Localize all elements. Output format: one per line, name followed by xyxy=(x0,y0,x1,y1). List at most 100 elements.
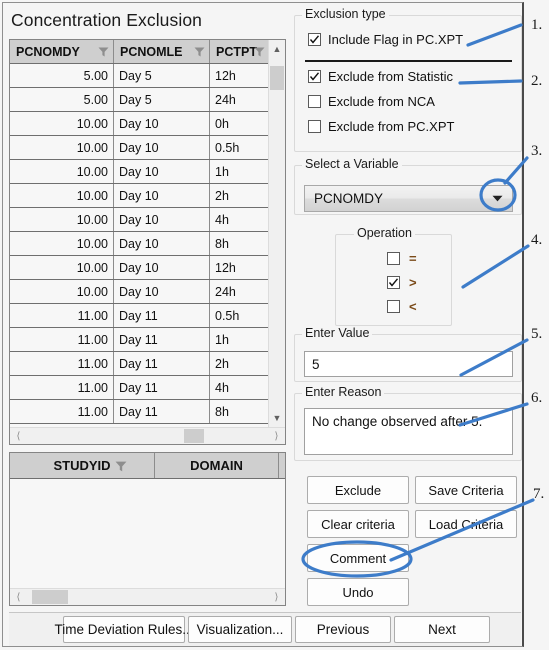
table-cell-pcnomdy[interactable]: 10.00 xyxy=(10,184,114,207)
table-cell-pctpt[interactable]: 8h xyxy=(210,232,270,255)
scroll-right-icon[interactable]: ⟩ xyxy=(268,589,285,605)
previous-button[interactable]: Previous xyxy=(295,616,391,643)
column-header-domain[interactable]: DOMAIN xyxy=(155,453,279,478)
table-cell-pcnomdy[interactable]: 11.00 xyxy=(10,328,114,351)
filter-icon[interactable] xyxy=(98,46,109,57)
table-cell-pctpt[interactable]: 2h xyxy=(210,184,270,207)
table-cell-pcnomle[interactable]: Day 10 xyxy=(114,160,210,183)
table-cell-pcnomdy[interactable]: 10.00 xyxy=(10,208,114,231)
column-header-pcnomle[interactable]: PCNOMLE xyxy=(114,40,210,63)
table-row[interactable]: 5.00 Day 5 24h xyxy=(10,88,285,112)
table-cell-pctpt[interactable]: 24h xyxy=(210,88,270,111)
table-row[interactable]: 11.00 Day 11 8h xyxy=(10,400,285,424)
table-cell-pcnomdy[interactable]: 11.00 xyxy=(10,400,114,423)
table-row[interactable]: 10.00 Day 10 2h xyxy=(10,184,285,208)
table-cell-pctpt[interactable]: 1h xyxy=(210,328,270,351)
scroll-left-icon[interactable]: ⟨ xyxy=(10,589,27,605)
save-criteria-button[interactable]: Save Criteria xyxy=(415,476,517,504)
scroll-right-icon[interactable]: ⟩ xyxy=(268,428,285,444)
table-cell-pcnomdy[interactable]: 11.00 xyxy=(10,352,114,375)
table-row[interactable]: 10.00 Day 10 8h xyxy=(10,232,285,256)
table-cell-pcnomle[interactable]: Day 11 xyxy=(114,352,210,375)
operation-equals[interactable]: = xyxy=(387,251,417,266)
filter-icon[interactable] xyxy=(115,460,127,471)
time-deviation-rules-button[interactable]: Time Deviation Rules... xyxy=(54,616,194,643)
table-cell-pcnomle[interactable]: Day 10 xyxy=(114,112,210,135)
table-cell-pcnomle[interactable]: Day 5 xyxy=(114,88,210,111)
table-cell-pcnomle[interactable]: Day 10 xyxy=(114,256,210,279)
filter-icon[interactable] xyxy=(254,46,265,57)
variable-dropdown[interactable]: PCNOMDY xyxy=(304,185,513,212)
enter-reason-textarea[interactable]: No change observed after 5. xyxy=(304,408,513,455)
table-cell-pcnomdy[interactable]: 10.00 xyxy=(10,280,114,303)
column-header-pcnomdy[interactable]: PCNOMDY xyxy=(10,40,114,63)
undo-button[interactable]: Undo xyxy=(307,578,409,606)
operation-greater-than[interactable]: > xyxy=(387,275,417,290)
table-cell-pcnomle[interactable]: Day 5 xyxy=(114,64,210,87)
table-row[interactable]: 5.00 Day 5 12h xyxy=(10,64,285,88)
table-cell-pcnomle[interactable]: Day 11 xyxy=(114,304,210,327)
checkbox-icon[interactable] xyxy=(308,70,321,83)
table-row[interactable]: 10.00 Day 10 0.5h xyxy=(10,136,285,160)
table-cell-pcnomdy[interactable]: 10.00 xyxy=(10,136,114,159)
table-cell-pcnomdy[interactable]: 10.00 xyxy=(10,256,114,279)
scroll-down-icon[interactable]: ▼ xyxy=(269,409,285,426)
table-row[interactable]: 11.00 Day 11 2h xyxy=(10,352,285,376)
table-cell-pcnomle[interactable]: Day 10 xyxy=(114,184,210,207)
table-row[interactable]: 10.00 Day 10 12h xyxy=(10,256,285,280)
column-header-pctpt[interactable]: PCTPT xyxy=(210,40,270,63)
checkbox-icon[interactable] xyxy=(308,95,321,108)
checkbox-icon[interactable] xyxy=(387,252,400,265)
table-row[interactable]: 11.00 Day 11 0.5h xyxy=(10,304,285,328)
filter-icon[interactable] xyxy=(194,46,205,57)
checkbox-icon[interactable] xyxy=(387,276,400,289)
table-cell-pctpt[interactable]: 8h xyxy=(210,400,270,423)
exclude-button[interactable]: Exclude xyxy=(307,476,409,504)
enter-value-input[interactable]: 5 xyxy=(304,351,513,377)
table-cell-pcnomle[interactable]: Day 11 xyxy=(114,376,210,399)
table-cell-pctpt[interactable]: 12h xyxy=(210,256,270,279)
table-cell-pctpt[interactable]: 1h xyxy=(210,160,270,183)
horizontal-scroll-thumb[interactable] xyxy=(32,590,68,604)
table-row[interactable]: 10.00 Day 10 4h xyxy=(10,208,285,232)
checkbox-icon[interactable] xyxy=(308,33,321,46)
table-cell-pcnomle[interactable]: Day 10 xyxy=(114,232,210,255)
table-cell-pcnomdy[interactable]: 5.00 xyxy=(10,88,114,111)
table-cell-pctpt[interactable]: 4h xyxy=(210,208,270,231)
grid-horizontal-scrollbar[interactable]: ⟨ ⟩ xyxy=(10,427,285,444)
chevron-down-icon[interactable] xyxy=(482,186,512,211)
checkbox-exclude-from-statistic[interactable]: Exclude from Statistic xyxy=(308,69,453,84)
studyid-domain-grid[interactable]: STUDYID DOMAIN ⟨ ⟩ xyxy=(9,452,286,606)
table-cell-pcnomdy[interactable]: 10.00 xyxy=(10,232,114,255)
checkbox-icon[interactable] xyxy=(308,120,321,133)
table-cell-pcnomle[interactable]: Day 11 xyxy=(114,328,210,351)
table-cell-pcnomle[interactable]: Day 10 xyxy=(114,280,210,303)
horizontal-scroll-thumb[interactable] xyxy=(184,429,204,443)
checkbox-icon[interactable] xyxy=(387,300,400,313)
table-cell-pcnomdy[interactable]: 5.00 xyxy=(10,64,114,87)
table-cell-pcnomle[interactable]: Day 11 xyxy=(114,400,210,423)
table-cell-pcnomdy[interactable]: 10.00 xyxy=(10,112,114,135)
vertical-scroll-thumb[interactable] xyxy=(270,66,284,90)
table-cell-pctpt[interactable]: 0.5h xyxy=(210,136,270,159)
table-cell-pcnomdy[interactable]: 11.00 xyxy=(10,376,114,399)
grid-vertical-scrollbar[interactable]: ▲ ▼ xyxy=(268,40,285,444)
column-header-studyid[interactable]: STUDYID xyxy=(10,453,155,478)
table-cell-pctpt[interactable]: 24h xyxy=(210,280,270,303)
load-criteria-button[interactable]: Load Criteria xyxy=(415,510,517,538)
comment-button[interactable]: Comment xyxy=(307,544,409,572)
concentration-data-grid[interactable]: PCNOMDY PCNOMLE PCTPT 5.00 Day 5 12h 5.0… xyxy=(9,39,286,445)
checkbox-include-flag-in-pcxpt[interactable]: Include Flag in PC.XPT xyxy=(308,32,463,47)
next-button[interactable]: Next xyxy=(394,616,490,643)
table-cell-pcnomle[interactable]: Day 10 xyxy=(114,136,210,159)
checkbox-exclude-from-nca[interactable]: Exclude from NCA xyxy=(308,94,435,109)
table-cell-pctpt[interactable]: 0h xyxy=(210,112,270,135)
table-row[interactable]: 10.00 Day 10 0h xyxy=(10,112,285,136)
clear-criteria-button[interactable]: Clear criteria xyxy=(307,510,409,538)
visualization-button[interactable]: Visualization... xyxy=(188,616,292,643)
table-cell-pcnomdy[interactable]: 11.00 xyxy=(10,304,114,327)
table-row[interactable]: 11.00 Day 11 4h xyxy=(10,376,285,400)
table-cell-pctpt[interactable]: 0.5h xyxy=(210,304,270,327)
scroll-up-icon[interactable]: ▲ xyxy=(269,40,285,57)
table-cell-pctpt[interactable]: 12h xyxy=(210,64,270,87)
